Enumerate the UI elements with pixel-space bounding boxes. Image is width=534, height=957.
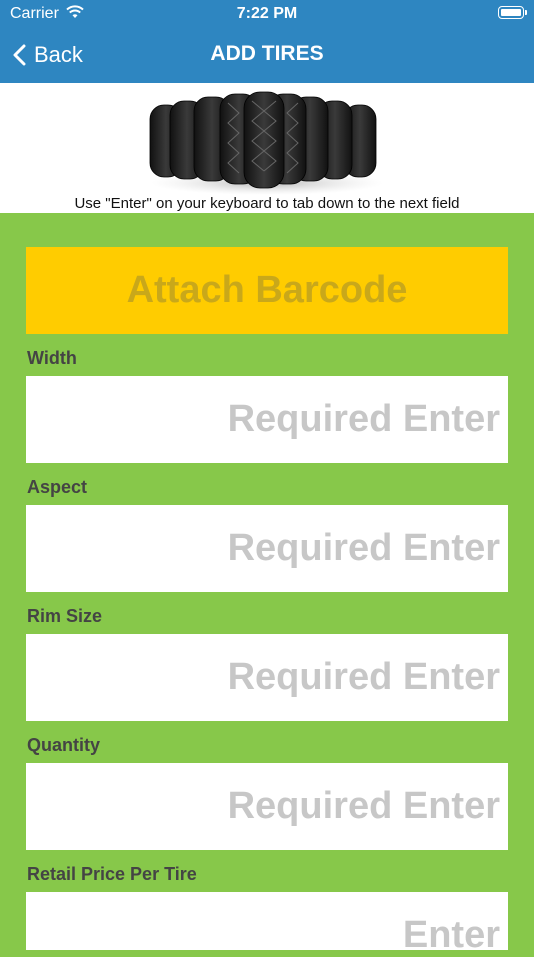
status-bar: Carrier 7:22 PM xyxy=(0,0,534,28)
rim-size-label: Rim Size xyxy=(27,606,103,626)
retail-price-input[interactable]: Enter xyxy=(26,892,508,956)
retail-price-label: Retail Price Per Tire xyxy=(27,864,197,884)
page-title: ADD TIRES xyxy=(210,42,324,65)
attach-barcode-button[interactable]: Attach Barcode xyxy=(26,247,508,334)
rim-size-input[interactable]: Required Enter xyxy=(26,634,508,721)
width-label: Width xyxy=(27,348,77,368)
header-image-area: Use "Enter" on your keyboard to tab down… xyxy=(0,83,534,213)
width-input[interactable]: Required Enter xyxy=(26,376,508,463)
quantity-label: Quantity xyxy=(27,735,101,755)
aspect-label: Aspect xyxy=(27,477,88,497)
navigation-bar: Back ADD TIRES xyxy=(0,28,534,83)
battery-icon xyxy=(498,6,527,19)
tires-image xyxy=(149,91,383,195)
keyboard-hint: Use "Enter" on your keyboard to tab down… xyxy=(74,195,460,212)
aspect-input[interactable]: Required Enter xyxy=(26,505,508,592)
clock: 7:22 PM xyxy=(236,5,298,22)
quantity-input[interactable]: Required Enter xyxy=(26,763,508,850)
